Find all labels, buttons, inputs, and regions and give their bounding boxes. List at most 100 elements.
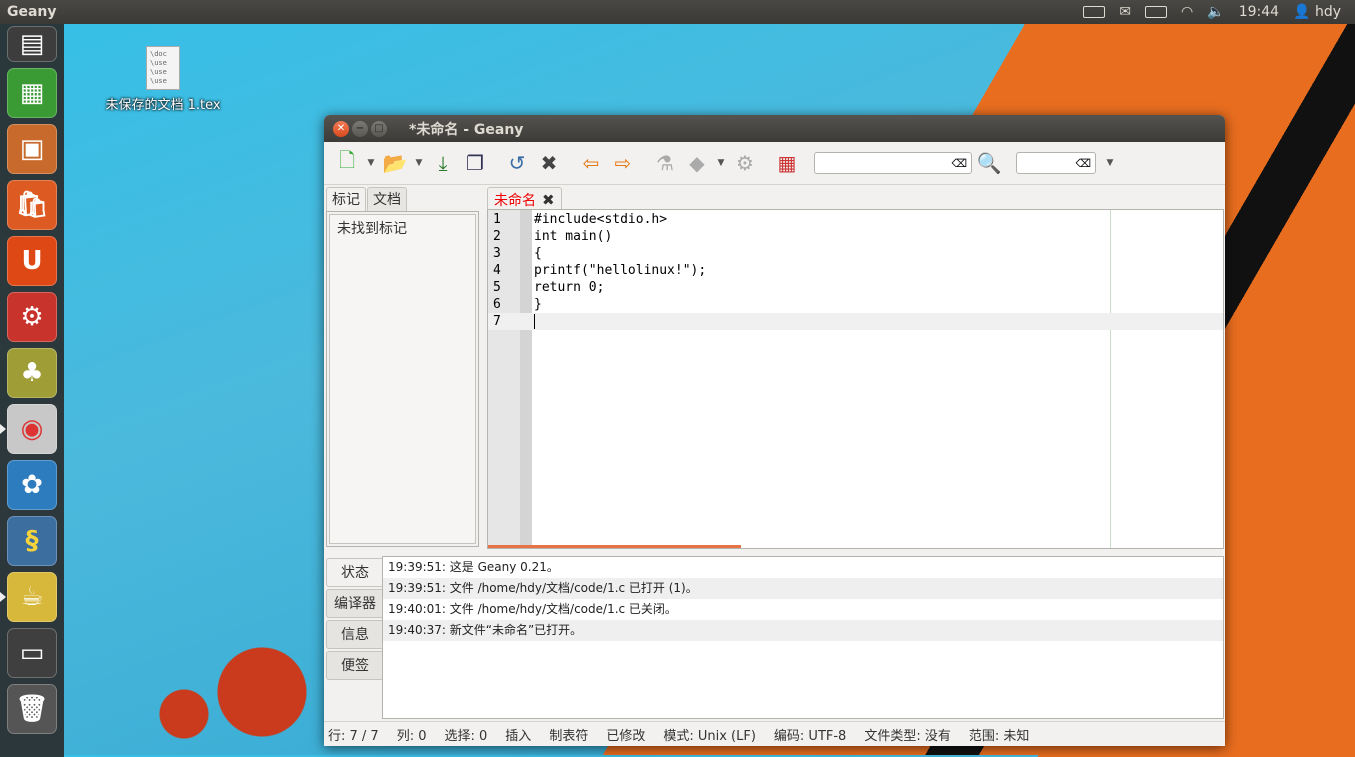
tab-scribble[interactable]: 便签 [326, 651, 383, 680]
sidebar: 标记 文档 未找到标记 [326, 187, 481, 548]
compile-icon[interactable]: ⚗ [650, 148, 680, 178]
save-all-icon[interactable]: ❐ [460, 148, 490, 178]
horizontal-scrollbar[interactable] [488, 545, 741, 548]
navigate-forward-icon[interactable]: ⇨ [608, 148, 638, 178]
status-selection: 选择: 0 [444, 728, 488, 744]
code-editor[interactable]: 1 #include<stdio.h> 2 int main() 3{4 printf("… [487, 209, 1224, 549]
tab-documents[interactable]: 文档 [367, 187, 407, 211]
clear-goto-icon[interactable]: ⌫ [1075, 157, 1091, 170]
status-filetype: 文件类型: 没有 [864, 728, 951, 744]
line-code: return 0; [534, 280, 605, 295]
line-number: 4 [493, 263, 501, 278]
status-bar: 行: 7 / 7 列: 0 选择: 0 插入 制表符 已修改 模式: Unix … [324, 721, 1225, 746]
window-titlebar[interactable]: ✕ − □ *未命名 - Geany [324, 115, 1225, 142]
clock[interactable]: 19:44 [1239, 4, 1279, 20]
code-line[interactable]: 2 int main() [488, 228, 1223, 245]
color-chooser-icon[interactable]: ▦ [772, 148, 802, 178]
goto-line-input[interactable]: ⌫ [1016, 152, 1096, 174]
text-caret [534, 314, 535, 329]
launcher-geany-icon[interactable]: ☕ [7, 572, 57, 622]
launcher-impress-icon[interactable]: ▣ [7, 124, 57, 174]
log-line: 19:39:51: 文件 /home/hdy/文档/code/1.c 已打开 (… [383, 578, 1223, 599]
search-icon[interactable]: 🔍 [974, 148, 1004, 178]
volume-icon[interactable]: 🔈 [1207, 5, 1224, 19]
minimize-window-button[interactable]: − [352, 120, 368, 137]
build-dropdown[interactable]: ▼ [714, 158, 728, 168]
new-file-icon[interactable]: 🗋 [332, 148, 362, 178]
launcher-workspace-icon[interactable]: ▭ [7, 628, 57, 678]
desktop-file[interactable]: \doc \use \use \use 未保存的文档 1.tex [88, 46, 238, 113]
main-toolbar: 🗋 ▼ 📂 ▼ ⤓ ❐ ↺ ✖ ⇦ ⇨ ⚗ ◆ ▼ ⚙ ▦ ⌫ 🔍 ⌫ ▼ [324, 142, 1225, 185]
launcher-python-icon[interactable]: § [7, 516, 57, 566]
build-icon[interactable]: ◆ [682, 148, 712, 178]
status-col: 列: 0 [396, 728, 427, 744]
code-line[interactable]: 4 printf("hellolinux!"); [488, 262, 1223, 279]
editor-area: 未命名 ✖ 1 #include<stdio.h> 2 int main() 3{4 pr… [487, 187, 1224, 549]
user-name: hdy [1314, 4, 1341, 20]
open-file-icon[interactable]: 📂 [380, 148, 410, 178]
status-log[interactable]: 19:39:51: 这是 Geany 0.21。 19:39:51: 文件 /h… [382, 556, 1224, 719]
user-menu[interactable]: 👤 hdy [1293, 4, 1341, 20]
top-panel: Geany ✉ ◠ 🔈 19:44 👤 hdy [0, 0, 1355, 24]
indicator-area: ✉ ◠ 🔈 19:44 👤 hdy [1083, 4, 1355, 20]
code-line[interactable]: 1 #include<stdio.h> [488, 211, 1223, 228]
maximize-window-button[interactable]: □ [371, 120, 387, 137]
editor-tab-label: 未命名 [494, 193, 536, 209]
close-window-button[interactable]: ✕ [333, 120, 349, 137]
symbols-panel: 未找到标记 [326, 211, 479, 547]
user-icon: 👤 [1293, 4, 1311, 20]
keyboard-icon[interactable] [1083, 6, 1106, 18]
tab-compiler[interactable]: 编译器 [326, 589, 383, 618]
close-file-icon[interactable]: ✖ [534, 148, 564, 178]
navigate-back-icon[interactable]: ⇦ [576, 148, 606, 178]
battery-icon[interactable] [1145, 6, 1168, 18]
tex-file-icon: \doc \use \use \use [146, 46, 180, 90]
launcher-document-viewer-icon[interactable]: ▤ [7, 26, 57, 62]
code-line[interactable]: 7 [488, 313, 1223, 330]
launcher-software-center-icon[interactable]: 🛍 [7, 180, 57, 230]
geany-window: ✕ − □ *未命名 - Geany 🗋 ▼ 📂 ▼ ⤓ ❐ ↺ ✖ ⇦ ⇨ ⚗… [324, 115, 1225, 746]
tab-symbols[interactable]: 标记 [326, 187, 366, 211]
execute-icon[interactable]: ⚙ [730, 148, 760, 178]
toolbar-overflow-dropdown[interactable]: ▼ [1098, 158, 1122, 168]
launcher-game-icon[interactable]: ♣ [7, 348, 57, 398]
launcher-calc-icon[interactable]: ▦ [7, 68, 57, 118]
new-file-dropdown[interactable]: ▼ [364, 158, 378, 168]
status-line: 行: 7 / 7 [328, 728, 379, 744]
status-modified: 已修改 [606, 728, 646, 744]
code-line[interactable]: 3{ [488, 245, 1223, 262]
line-code: } [534, 297, 542, 312]
launcher-trash-icon[interactable]: 🗑 [7, 684, 57, 734]
log-line: 19:40:37: 新文件“未命名”已打开。 [383, 620, 1223, 641]
symbols-empty-text: 未找到标记 [329, 214, 476, 544]
wifi-icon[interactable]: ◠ [1181, 5, 1193, 19]
close-tab-icon[interactable]: ✖ [542, 191, 555, 209]
log-line: 19:40:01: 文件 /home/hdy/文档/code/1.c 已关闭。 [388, 602, 677, 616]
line-number: 6 [493, 297, 501, 312]
active-app-title: Geany [7, 4, 57, 20]
save-icon[interactable]: ⤓ [428, 148, 458, 178]
line-code: printf("hellolinux!"); [534, 263, 707, 278]
launcher-ubuntu-one-icon[interactable]: U [7, 236, 57, 286]
message-window: 状态 编译器 信息 便签 19:39:51: 这是 Geany 0.21。 19… [326, 556, 1224, 719]
line-code: int main() [534, 229, 613, 244]
tab-messages[interactable]: 信息 [326, 620, 383, 649]
tab-status[interactable]: 状态 [326, 558, 383, 587]
clear-search-icon[interactable]: ⌫ [951, 157, 967, 170]
launcher: ▤ ▦ ▣ 🛍 U ⚙ ♣ ◉ ✿ § ☕ ▭ 🗑 [0, 24, 64, 757]
search-input[interactable]: ⌫ [814, 152, 972, 174]
launcher-settings-icon[interactable]: ⚙ [7, 292, 57, 342]
code-line[interactable]: 6} [488, 296, 1223, 313]
line-number: 2 [493, 229, 501, 244]
revert-icon[interactable]: ↺ [502, 148, 532, 178]
launcher-shotwell-icon[interactable]: ✿ [7, 460, 57, 510]
open-file-dropdown[interactable]: ▼ [412, 158, 426, 168]
launcher-chrome-icon[interactable]: ◉ [7, 404, 57, 454]
code-line[interactable]: 5 return 0; [488, 279, 1223, 296]
line-code: { [534, 246, 542, 261]
status-mode: 插入 [505, 728, 532, 744]
mail-icon[interactable]: ✉ [1119, 5, 1131, 19]
line-number: 1 [493, 212, 501, 227]
log-line: 19:39:51: 这是 Geany 0.21。 [388, 560, 559, 574]
status-encoding: 编码: UTF-8 [773, 728, 847, 744]
